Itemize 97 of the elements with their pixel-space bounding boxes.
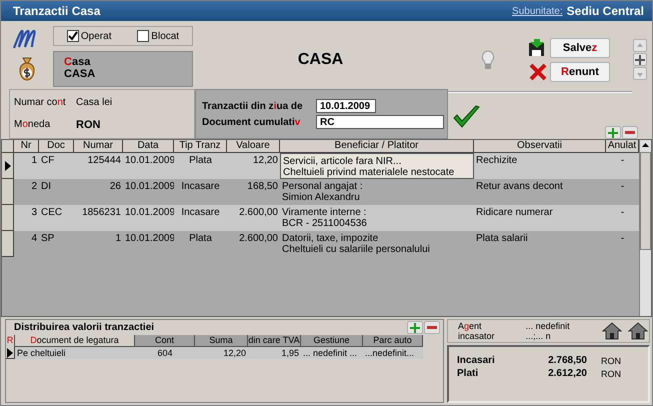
field-value: CASA: [64, 68, 96, 80]
table-cell: ... nedefinit ...: [301, 347, 363, 359]
add-button[interactable]: [605, 126, 621, 139]
subunit-link[interactable]: Subunitate:: [512, 6, 563, 16]
table-cell-text: 4: [30, 232, 38, 246]
window-title: Tranzactii Casa: [13, 4, 100, 18]
table-cell-text: Retur avans decont: [475, 180, 564, 194]
table-cell-text: 168,50: [246, 180, 279, 194]
column-header: Valoare: [227, 140, 280, 153]
minus-icon: [427, 326, 437, 330]
table-cell-text: -: [620, 180, 626, 194]
table-cell: Pe cheltuieli: [15, 347, 135, 359]
table-cell-text: Plata: [188, 232, 213, 246]
page-heading: CASA: [298, 51, 344, 69]
table-cell-text: SP: [40, 232, 56, 246]
table-cell-text: 3: [30, 206, 38, 220]
table-cell-text: 2.600,00: [238, 232, 279, 246]
checkbox[interactable]: Blocat: [137, 30, 180, 42]
column-header: Tip Tranz: [174, 140, 227, 153]
table-cell-text: Incasare: [180, 206, 221, 220]
field-label: Casa: [64, 56, 92, 68]
column-header: Observatii: [474, 140, 606, 153]
light-bulb-icon: [481, 50, 495, 70]
total-label: Incasari: [457, 355, 496, 366]
minus-icon: [625, 130, 635, 134]
panel-title: Distribuirea valorii tranzactiei: [14, 322, 154, 333]
table-cell-text: -: [620, 154, 626, 168]
subunit-value: Sediu Central: [566, 4, 644, 18]
field-value: ... nedefinit ...;... n: [526, 321, 571, 341]
column-header: Cont: [135, 335, 195, 347]
field-value: RON: [76, 118, 100, 131]
table-cell-text: -: [620, 232, 626, 246]
table-cell-text: Plata: [188, 154, 213, 168]
table-cell: 1,95: [248, 347, 301, 359]
column-header: Suma: [195, 335, 248, 347]
add-button[interactable]: [407, 321, 423, 334]
table-cell-text: Plata salarii: [475, 232, 529, 246]
table-cell-text: 125444: [86, 154, 122, 168]
column-header: Doc: [39, 140, 74, 153]
table-cell: 12,20: [195, 347, 248, 359]
table-cell-text: 1: [30, 154, 38, 168]
table-cell: Servicii, articole fara NIR... Cheltuieli privind materialele nestocate: [280, 153, 474, 179]
input-field[interactable]: RC: [316, 115, 444, 129]
checkbox[interactable]: Operat: [66, 30, 112, 42]
field-label: Document cumulativ: [202, 116, 302, 128]
table-cell-text: Incasare: [180, 180, 221, 194]
table-cell-text: Viramente interne : BCR - 2511004536: [281, 206, 368, 231]
table-row[interactable]: Pe cheltuieli 604 12,20 1,95 ... nedefinit ... ...nedefinit...: [6, 347, 443, 359]
table-cell-text: 2: [30, 180, 38, 194]
field-label: Moneda: [14, 118, 52, 131]
column-header: Gestiune: [301, 335, 363, 347]
table-cell-text: Ridicare numerar: [475, 206, 554, 220]
column-header: Beneficiar / Platitor: [280, 140, 474, 153]
scrollbar[interactable]: [639, 140, 651, 316]
cancel-button[interactable]: Renunt: [550, 62, 610, 82]
close-icon: [528, 63, 548, 81]
up-arrow-icon: [636, 42, 644, 50]
table-cell-text: Datorii, taxe, impozite Cheltuieli cu salariile personalului: [281, 232, 431, 257]
column-header: Numar: [74, 140, 123, 153]
column-marker: R: [6, 335, 15, 347]
currency: RON: [600, 369, 622, 379]
table-cell-text: -: [620, 206, 626, 220]
column-header: Nr: [14, 140, 39, 153]
table-cell-text: 12,20: [252, 154, 279, 168]
table-cell-text: CF: [40, 154, 56, 168]
table-cell-text: 1: [114, 232, 122, 246]
column-header: Parc auto: [363, 335, 423, 347]
table-cell-text: 26: [108, 180, 122, 194]
column-header: Anulat: [606, 140, 639, 153]
table-cell-text: DI: [40, 180, 52, 194]
column-header: Document de legatura: [15, 335, 135, 347]
table-cell-text: 2.600,00: [238, 206, 279, 220]
remove-button[interactable]: [424, 321, 440, 334]
total-amount: 2.768,50: [547, 355, 587, 366]
check-icon: [68, 31, 78, 41]
field-label: Numar cont: [14, 97, 67, 108]
total-amount: 2.612,20: [547, 368, 587, 379]
field-label: Tranzactii din ziua de: [202, 100, 304, 112]
total-label: Plati: [457, 368, 480, 379]
currency: RON: [600, 356, 622, 366]
column-header: Data: [123, 140, 174, 153]
table-cell-text: Rechizite: [475, 154, 518, 168]
house-icon[interactable]: [627, 322, 649, 340]
input-field[interactable]: 10.01.2009: [316, 99, 376, 113]
table-cell-text: Personal angajat : Simion Alexandru: [281, 180, 364, 205]
add-button[interactable]: [633, 53, 647, 66]
checkmark-icon[interactable]: [452, 105, 480, 129]
save-button[interactable]: Salvez: [550, 38, 610, 58]
table-cell: 604: [135, 347, 195, 359]
field-label: Agent incasator: [458, 321, 496, 341]
table-cell-text: CEC: [40, 206, 64, 220]
column-header: din care TVA: [248, 335, 301, 347]
table-cell: ...nedefinit...: [363, 347, 423, 359]
table-cell-text: 1856231: [81, 206, 122, 220]
house-icon[interactable]: [601, 322, 623, 340]
remove-button[interactable]: [622, 126, 638, 139]
field-value: Casa lei: [76, 97, 112, 108]
